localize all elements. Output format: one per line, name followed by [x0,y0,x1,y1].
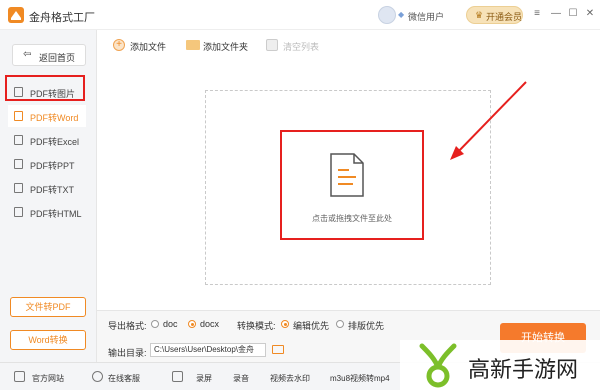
folder-icon [186,40,200,50]
mode-layout-label[interactable]: 排版优先 [348,319,384,332]
vip-label: 开通会员 [486,12,523,22]
highlight-box-sidebar [5,75,85,101]
title-bar: 金舟格式工厂 ◆ 微信用户 ♛ 开通会员 ≡ — ☐ ✕ [0,0,600,30]
watermark-text: 高新手游网 [468,357,579,382]
vip-button[interactable]: ♛ 开通会员 [466,6,523,24]
footer-screen-record[interactable]: 录屏 [196,373,212,384]
headset-icon [92,371,103,382]
file-icon [14,207,23,217]
plus-icon: + [113,39,125,51]
file-to-pdf-button[interactable]: 文件转PDF [10,297,86,317]
format-radio-doc[interactable] [151,320,159,328]
sidebar-item-pdf-to-txt[interactable]: PDF转TXT [8,177,86,199]
user-avatar[interactable] [378,6,396,24]
home-label: 返回首页 [39,53,76,63]
crown-icon: ♛ [475,10,484,20]
home-icon [14,371,25,382]
sidebar-item-label: PDF转Word [30,113,79,123]
screen-record-icon [172,371,183,382]
red-arrow-icon [450,81,527,160]
export-format-label: 导出格式: [108,321,147,331]
sidebar-item-pdf-to-excel[interactable]: PDF转Excel [8,129,86,151]
open-folder-icon[interactable] [272,345,284,354]
format-doc-label[interactable]: doc [163,319,178,329]
mode-label: 转换模式: [237,321,276,331]
file-icon [14,183,23,193]
sidebar-item-pdf-to-html[interactable]: PDF转HTML [8,201,86,223]
sidebar-item-label: PDF转Excel [30,137,80,147]
home-button[interactable]: ⇦ 返回首页 [12,44,86,66]
watermark-overlay: 高新手游网 [400,340,600,390]
mode-edit-label[interactable]: 编辑优先 [293,319,329,332]
file-icon [14,111,23,121]
output-dir-label: 输出目录: [108,348,147,358]
trash-icon [266,39,278,51]
app-logo-icon [8,7,24,23]
sidebar-item-pdf-to-word[interactable]: PDF转Word [8,105,86,127]
add-folder-label: 添加文件夹 [203,42,249,52]
user-name[interactable]: 微信用户 [408,10,444,23]
document-icon [330,153,364,197]
output-path-field[interactable]: C:\Users\User\Desktop\金舟 ••• [150,343,266,357]
output-path-value: C:\Users\User\Desktop\金舟 [154,345,255,354]
footer-m3u8[interactable]: m3u8视频转mp4 [330,373,390,384]
footer-support[interactable]: 在线客服 [108,373,140,384]
footer-video-watermark[interactable]: 视频去水印 [270,373,310,384]
footer-audio-record[interactable]: 录音 [233,373,249,384]
format-radio-docx[interactable] [188,320,196,328]
sidebar-item-pdf-to-ppt[interactable]: PDF转PPT [8,153,86,175]
sidebar-item-label: PDF转TXT [30,185,74,195]
add-file-label: 添加文件 [130,42,167,52]
mode-radio-layout[interactable] [336,320,344,328]
file-icon [14,135,23,145]
maximize-icon[interactable]: ☐ [566,7,580,21]
watermark-logo-icon [419,343,457,388]
sidebar-item-label: PDF转HTML [30,209,82,219]
drop-hint-text: 点击或拖拽文件至此处 [312,214,392,223]
sidebar-item-label: PDF转PPT [30,161,75,171]
footer-official-site[interactable]: 官方网站 [32,373,64,384]
diamond-icon: ◆ [398,10,405,19]
word-convert-button[interactable]: Word转换 [10,330,86,350]
file-icon [14,159,23,169]
mode-radio-edit[interactable] [281,320,289,328]
minimize-icon[interactable]: — [549,7,563,21]
clear-list-label: 清空列表 [283,42,320,52]
format-docx-label[interactable]: docx [200,319,219,329]
back-arrow-icon: ⇦ [23,49,32,60]
app-title: 金舟格式工厂 [29,12,95,24]
close-icon[interactable]: ✕ [583,7,597,21]
menu-icon[interactable]: ≡ [530,7,544,21]
